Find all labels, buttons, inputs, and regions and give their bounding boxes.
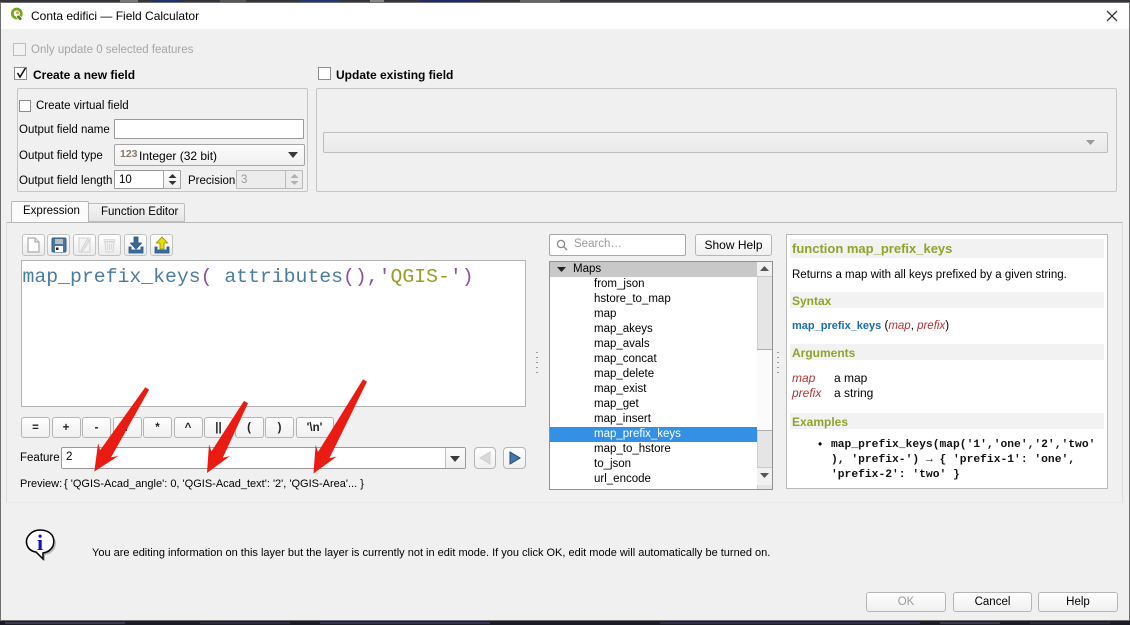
svg-text:i: i <box>37 530 43 555</box>
